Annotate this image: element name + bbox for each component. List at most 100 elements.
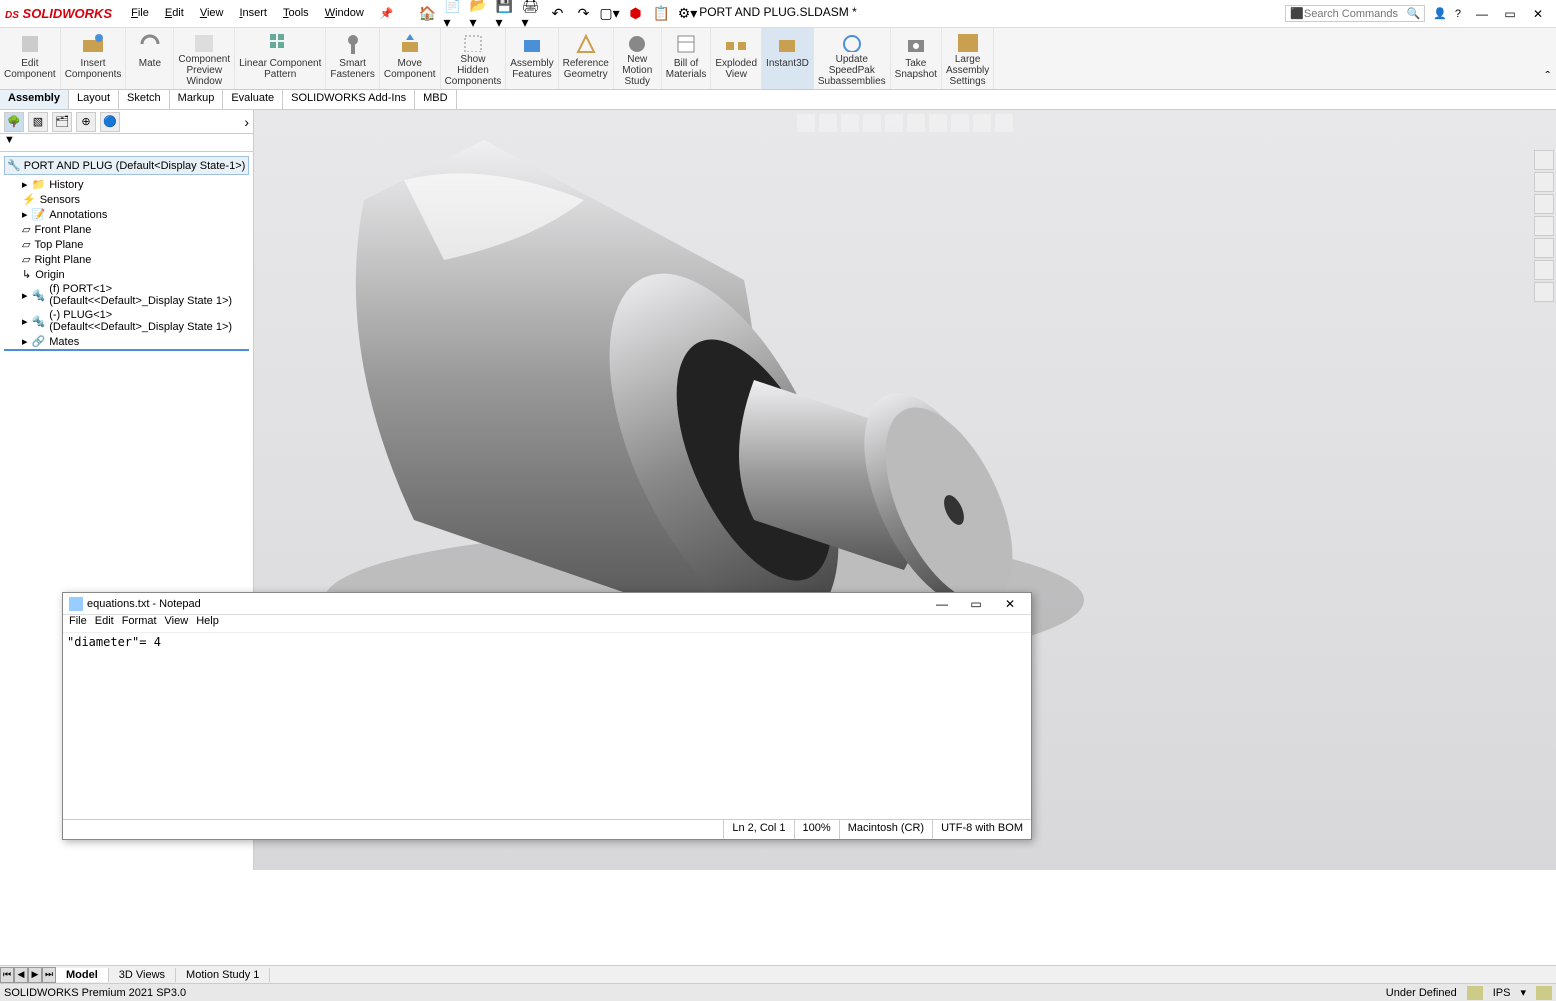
view-palette-tab-icon[interactable] — [1534, 216, 1554, 236]
filter-icon[interactable]: ▼ — [4, 134, 15, 146]
status-edit-icon[interactable] — [1467, 986, 1483, 1000]
tab-sketch[interactable]: Sketch — [119, 90, 170, 109]
menu-view[interactable]: View — [196, 5, 228, 22]
tab-addins[interactable]: SOLIDWORKS Add-Ins — [283, 90, 415, 109]
ribbon-large-assembly[interactable]: Large Assembly Settings — [942, 28, 994, 89]
tree-right-plane[interactable]: ▱Right Plane — [4, 252, 249, 267]
ribbon-mate[interactable]: Mate — [126, 28, 174, 89]
menu-pin-icon[interactable]: 📌 — [376, 5, 398, 22]
mate-icon — [138, 32, 162, 56]
tab-evaluate[interactable]: Evaluate — [223, 90, 283, 109]
tab-nav-first-icon[interactable]: ⏮ — [0, 967, 14, 983]
status-dropdown-icon[interactable]: ▾ — [1520, 986, 1526, 999]
tab-assembly[interactable]: Assembly — [0, 90, 69, 109]
property-manager-tab-icon[interactable]: ▧ — [28, 112, 48, 132]
user-icon[interactable]: 👤 — [1433, 7, 1447, 20]
print-icon[interactable]: 🖨▾ — [522, 4, 542, 24]
ribbon-smart-fasteners[interactable]: Smart Fasteners — [326, 28, 379, 89]
ribbon-linear-pattern[interactable]: Linear Component Pattern — [235, 28, 326, 89]
open-icon[interactable]: 📂▾ — [470, 4, 490, 24]
notepad-menu-file[interactable]: File — [69, 615, 87, 632]
settings-icon[interactable]: ⚙▾ — [678, 4, 698, 24]
status-units[interactable]: IPS — [1493, 987, 1511, 999]
ribbon-bom[interactable]: Bill of Materials — [662, 28, 712, 89]
assembly-features-icon — [520, 32, 544, 56]
ribbon-assembly-features[interactable]: Assembly Features — [506, 28, 558, 89]
home-icon[interactable]: 🏠 — [418, 4, 438, 24]
tree-history[interactable]: ▸📁History — [4, 177, 249, 192]
design-library-tab-icon[interactable] — [1534, 172, 1554, 192]
new-icon[interactable]: 📄▾ — [444, 4, 464, 24]
notepad-maximize-button[interactable]: ▭ — [961, 595, 991, 613]
undo-icon[interactable]: ↶ — [548, 4, 568, 24]
tree-sensors[interactable]: ⚡Sensors — [4, 192, 249, 207]
forum-tab-icon[interactable] — [1534, 282, 1554, 302]
menu-edit[interactable]: Edit — [161, 5, 188, 22]
config-manager-tab-icon[interactable]: 🗂 — [52, 112, 72, 132]
tree-root[interactable]: 🔧 PORT AND PLUG (Default<Display State-1… — [4, 156, 249, 175]
appearances-tab-icon[interactable] — [1534, 238, 1554, 258]
menu-tools[interactable]: Tools — [279, 5, 313, 22]
tree-annotations[interactable]: ▸📝Annotations — [4, 207, 249, 222]
tab-mbd[interactable]: MBD — [415, 90, 456, 109]
ribbon-instant3d[interactable]: Instant3D — [762, 28, 814, 89]
maximize-button[interactable]: ▭ — [1497, 4, 1523, 24]
reference-geometry-icon — [574, 32, 598, 56]
search-icon[interactable]: 🔍 — [1406, 7, 1420, 20]
status-extra-icon[interactable] — [1536, 986, 1552, 1000]
notepad-menu-view[interactable]: View — [165, 615, 189, 632]
redo-icon[interactable]: ↷ — [574, 4, 594, 24]
ribbon-update-speedpak[interactable]: Update SpeedPak Subassemblies — [814, 28, 891, 89]
tab-nav-next-icon[interactable]: ▶ — [28, 967, 42, 983]
help-icon[interactable]: ? — [1455, 8, 1461, 20]
select-icon[interactable]: ▢▾ — [600, 4, 620, 24]
insert-components-icon — [81, 32, 105, 56]
bottom-tab-3dviews[interactable]: 3D Views — [109, 968, 176, 982]
tree-plug-component[interactable]: ▸🔩(-) PLUG<1> (Default<<Default>_Display… — [4, 308, 249, 334]
ribbon-reference-geometry[interactable]: Reference Geometry — [559, 28, 614, 89]
notepad-close-button[interactable]: ✕ — [995, 595, 1025, 613]
ribbon-take-snapshot[interactable]: Take Snapshot — [891, 28, 942, 89]
notepad-menu-help[interactable]: Help — [196, 615, 219, 632]
tab-nav-prev-icon[interactable]: ◀ — [14, 967, 28, 983]
notepad-menu-format[interactable]: Format — [122, 615, 157, 632]
ribbon-move-component[interactable]: Move Component — [380, 28, 441, 89]
close-button[interactable]: ✕ — [1525, 4, 1551, 24]
ribbon-insert-components[interactable]: Insert Components — [61, 28, 127, 89]
display-manager-tab-icon[interactable]: 🔵 — [100, 112, 120, 132]
tree-front-plane[interactable]: ▱Front Plane — [4, 222, 249, 237]
ribbon-collapse-icon[interactable]: ˆ — [1545, 68, 1550, 84]
file-explorer-tab-icon[interactable] — [1534, 194, 1554, 214]
menu-insert[interactable]: Insert — [235, 5, 271, 22]
resources-tab-icon[interactable] — [1534, 150, 1554, 170]
tree-top-plane[interactable]: ▱Top Plane — [4, 237, 249, 252]
tab-nav-last-icon[interactable]: ⏭ — [42, 967, 56, 983]
notepad-text-area[interactable]: "diameter"= 4 — [63, 633, 1031, 819]
search-input[interactable] — [1304, 8, 1407, 20]
custom-props-tab-icon[interactable] — [1534, 260, 1554, 280]
menu-window[interactable]: Window — [321, 5, 368, 22]
tree-origin[interactable]: ↳Origin — [4, 267, 249, 282]
minimize-button[interactable]: — — [1469, 4, 1495, 24]
ribbon-show-hidden[interactable]: Show Hidden Components — [441, 28, 507, 89]
save-icon[interactable]: 💾▾ — [496, 4, 516, 24]
feature-tree-tab-icon[interactable]: 🌳 — [4, 112, 24, 132]
notepad-minimize-button[interactable]: — — [927, 595, 957, 613]
bottom-tab-model[interactable]: Model — [56, 968, 109, 982]
tab-markup[interactable]: Markup — [170, 90, 224, 109]
tree-mates[interactable]: ▸🔗Mates — [4, 334, 249, 351]
notepad-menu-edit[interactable]: Edit — [95, 615, 114, 632]
options-icon[interactable]: 📋 — [652, 4, 672, 24]
panel-expand-icon[interactable]: › — [244, 114, 249, 130]
rebuild-icon[interactable]: ⬢ — [626, 4, 646, 24]
search-box[interactable]: ⬛ 🔍 — [1285, 5, 1425, 22]
tab-layout[interactable]: Layout — [69, 90, 119, 109]
tree-port-component[interactable]: ▸🔩(f) PORT<1> (Default<<Default>_Display… — [4, 282, 249, 308]
menu-file[interactable]: FFileile — [127, 5, 153, 22]
notepad-titlebar[interactable]: equations.txt - Notepad — ▭ ✕ — [63, 593, 1031, 615]
part-icon: 🔩 — [32, 289, 46, 302]
dimxpert-tab-icon[interactable]: ⊕ — [76, 112, 96, 132]
bottom-tab-motion[interactable]: Motion Study 1 — [176, 968, 270, 982]
ribbon-exploded-view[interactable]: Exploded View — [711, 28, 762, 89]
ribbon-new-motion[interactable]: New Motion Study — [614, 28, 662, 89]
